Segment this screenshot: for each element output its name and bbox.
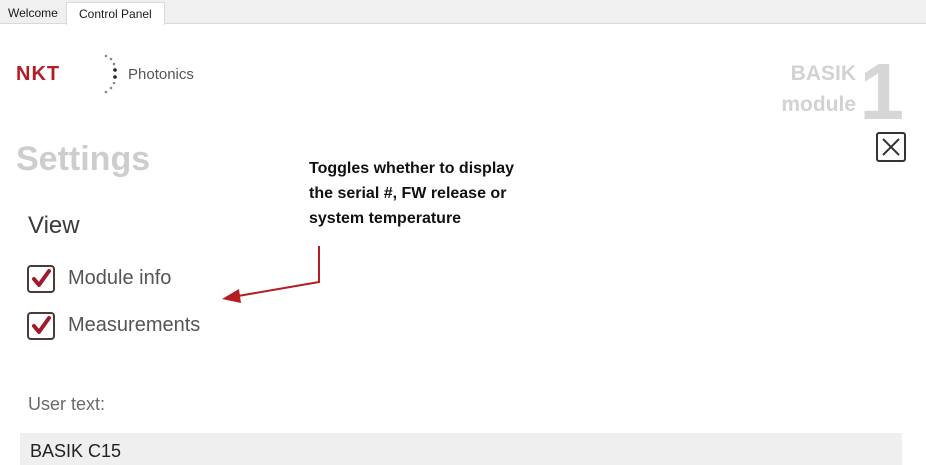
measurements-checkbox[interactable] bbox=[27, 312, 55, 340]
measurements-label: Measurements bbox=[68, 314, 201, 336]
user-text-label: User text: bbox=[28, 394, 106, 414]
checkmark-icon bbox=[32, 316, 51, 334]
module-info-label: Module info bbox=[68, 267, 172, 289]
user-text-field[interactable]: BASIK C15 bbox=[20, 433, 902, 465]
checkmark-icon bbox=[32, 269, 51, 287]
annotation-arrow-icon bbox=[222, 246, 320, 303]
view-heading: View bbox=[28, 212, 80, 239]
module-info-checkbox[interactable] bbox=[27, 265, 55, 293]
